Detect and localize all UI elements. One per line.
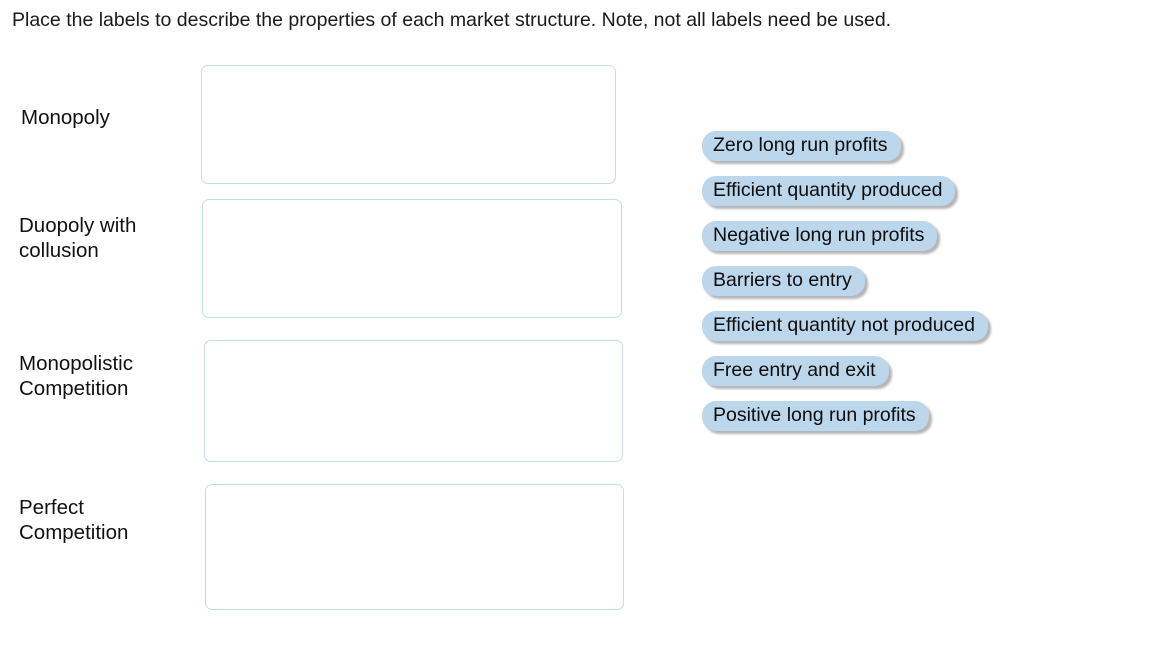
structure-label-monopolistic-competition: Monopolistic Competition — [19, 351, 133, 401]
structure-label-line-2: collusion — [19, 239, 99, 262]
structure-label-line-1: Duopoly with — [19, 214, 137, 237]
structure-label-duopoly-with-collusion: Duopoly with collusion — [19, 213, 136, 263]
drop-zone-monopolistic-competition[interactable] — [204, 340, 623, 462]
draggable-label[interactable]: Free entry and exit — [702, 356, 889, 386]
structure-label-line-2: Competition — [19, 377, 129, 400]
structure-label-line-1: Monopoly — [21, 106, 110, 129]
structure-label-monopoly: Monopoly — [21, 105, 110, 130]
draggable-label[interactable]: Efficient quantity not produced — [702, 311, 988, 341]
drop-zone-duopoly-with-collusion[interactable] — [202, 199, 622, 318]
draggable-label[interactable]: Barriers to entry — [702, 266, 865, 296]
drop-zone-perfect-competition[interactable] — [205, 484, 624, 610]
structure-label-line-1: Perfect — [19, 496, 84, 519]
draggable-label[interactable]: Negative long run profits — [702, 221, 938, 251]
structure-label-line-2: Competition — [19, 521, 129, 544]
draggable-label[interactable]: Positive long run profits — [702, 401, 929, 431]
instruction-text: Place the labels to describe the propert… — [12, 9, 892, 31]
drop-zone-monopoly[interactable] — [201, 65, 616, 184]
draggable-label[interactable]: Efficient quantity produced — [702, 176, 956, 206]
structure-label-line-1: Monopolistic — [19, 352, 133, 375]
draggable-label[interactable]: Zero long run profits — [702, 131, 901, 161]
structure-label-perfect-competition: Perfect Competition — [19, 495, 128, 545]
